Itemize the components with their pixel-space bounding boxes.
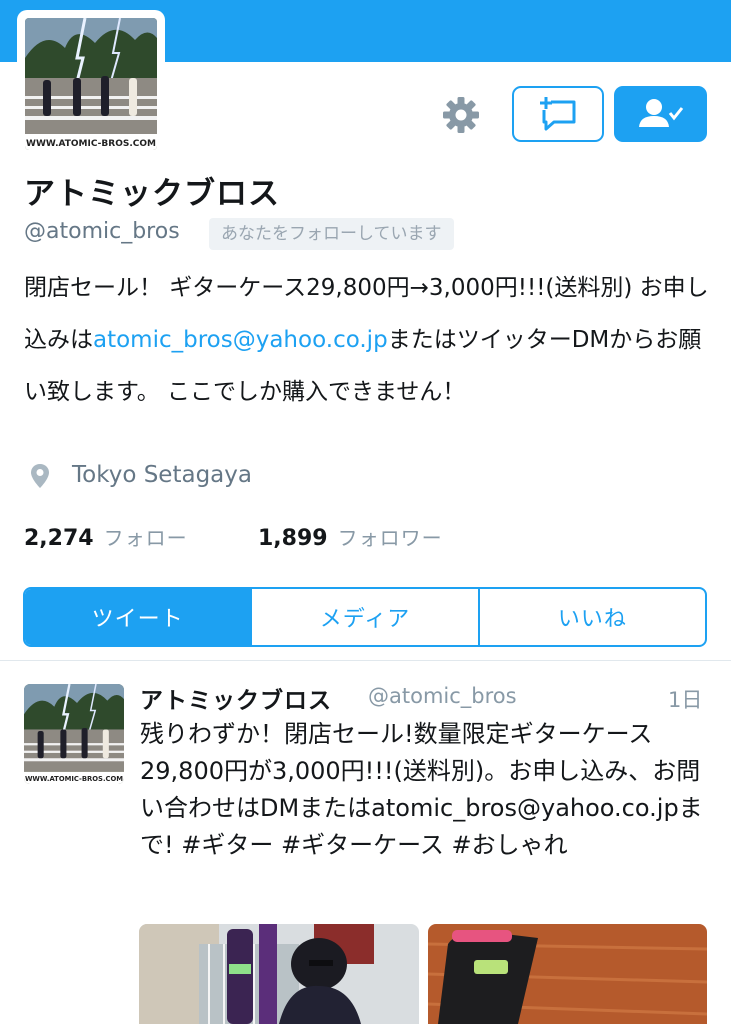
user-check-icon — [639, 99, 684, 127]
tweet-author-name[interactable]: アトミックブロス — [140, 681, 332, 715]
tweet-avatar[interactable]: WWW.ATOMIC-BROS.COM — [24, 684, 124, 784]
direct-message-button[interactable] — [512, 86, 604, 142]
followers-stat[interactable]: 1,899 フォロワー — [258, 522, 443, 551]
following-label: フォロー — [103, 526, 188, 550]
profile-handle: @atomic_bros — [24, 219, 180, 244]
tab-tweets[interactable]: ツイート — [25, 589, 251, 645]
followers-count: 1,899 — [258, 526, 328, 551]
section-divider — [0, 660, 731, 661]
tweet-text: 残りわずか！閉店セール!数量限定ギターケース29,800円が3,000円!!!(… — [140, 720, 703, 859]
tab-media[interactable]: メディア — [250, 589, 477, 645]
followers-label: フォロワー — [337, 526, 443, 550]
location-pin-icon — [31, 463, 49, 488]
following-count: 2,274 — [24, 526, 94, 551]
profile-avatar[interactable]: WWW.ATOMIC-BROS.COM — [17, 10, 165, 158]
following-button[interactable] — [614, 86, 707, 142]
tweet-media-1[interactable] — [139, 924, 419, 1024]
profile-avatar-image: WWW.ATOMIC-BROS.COM — [25, 18, 157, 150]
profile-name: アトミックブロス — [24, 176, 280, 212]
profile-bio: 閉店セール！ ギターケース29,800円→3,000円!!!(送料別) お申し込… — [24, 262, 714, 418]
direct-message-icon — [540, 97, 576, 131]
tweet-avatar-logo-text: WWW.ATOMIC-BROS.COM — [25, 775, 123, 783]
tweet-timestamp[interactable]: 1日 — [668, 684, 702, 714]
follows-you-badge: あなたをフォローしています — [209, 218, 454, 250]
bio-email-link[interactable]: atomic_bros@yahoo.co.jp — [93, 327, 388, 353]
following-stat[interactable]: 2,274 フォロー — [24, 522, 188, 551]
settings-gear-icon[interactable] — [440, 94, 482, 136]
avatar-logo-text: WWW.ATOMIC-BROS.COM — [26, 139, 156, 149]
profile-location: Tokyo Setagaya — [24, 462, 252, 489]
profile-tabs: ツイート メディア いいね — [23, 587, 707, 647]
tweet-author-handle[interactable]: @atomic_bros — [368, 684, 517, 708]
tab-likes[interactable]: いいね — [477, 589, 705, 645]
tweet-media-2[interactable] — [428, 924, 707, 1024]
location-text: Tokyo Setagaya — [72, 462, 252, 488]
